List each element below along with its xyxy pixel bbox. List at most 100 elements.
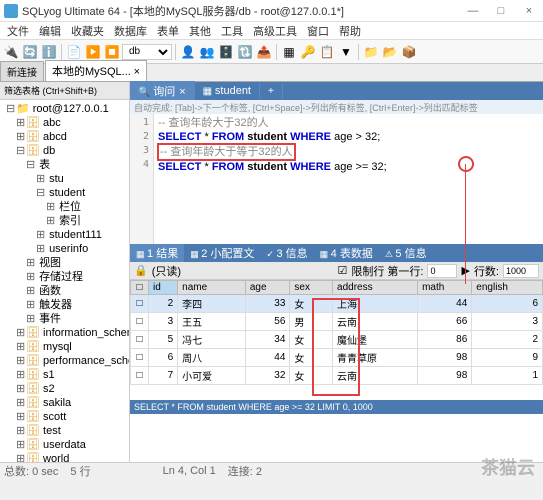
new-conn-icon[interactable]: 🔌 — [2, 43, 20, 61]
menu-other[interactable]: 其他 — [186, 23, 214, 39]
status-time: 总数: 0 sec — [4, 463, 58, 479]
col-address[interactable]: address — [333, 281, 418, 295]
status-conn: 连接: 2 — [228, 463, 262, 479]
tree-funcs[interactable]: ⊞ 函数 — [2, 284, 127, 298]
tree-triggers[interactable]: ⊞ 触发器 — [2, 298, 127, 312]
tab-info5[interactable]: ⚠ 5 信息 — [379, 243, 433, 263]
tree-procs[interactable]: ⊞ 存储过程 — [2, 270, 127, 284]
tree-columns[interactable]: ⊞ 栏位 — [2, 200, 127, 214]
close-icon[interactable]: × — [134, 66, 140, 78]
menu-help[interactable]: 帮助 — [336, 23, 364, 39]
col-name[interactable]: name — [178, 281, 246, 295]
table-icon[interactable]: ▦ — [280, 43, 298, 61]
tab-new-connection[interactable]: 新连接 — [0, 61, 44, 81]
tree-root[interactable]: ⊟📁 root@127.0.0.1 — [2, 102, 127, 116]
tab-query[interactable]: 🔍 询问× — [130, 81, 195, 101]
tab-info3[interactable]: ✓ 3 信息 — [260, 243, 313, 263]
table-row[interactable]: □3王五56男云南663 — [131, 313, 543, 331]
user-icon[interactable]: 👤 — [179, 43, 197, 61]
menu-table[interactable]: 表单 — [154, 23, 182, 39]
menu-edit[interactable]: 编辑 — [36, 23, 64, 39]
tab-local-mysql[interactable]: 本地的MySQL... × — [45, 60, 147, 81]
tool2-icon[interactable]: 📂 — [381, 43, 399, 61]
tree-db[interactable]: ⊞🗄 userdata — [2, 438, 127, 452]
tree-db[interactable]: ⊞🗄 world — [2, 452, 127, 462]
tree-indexes[interactable]: ⊞ 索引 — [2, 214, 127, 228]
rows-label: 行数: — [474, 263, 499, 279]
col-id[interactable]: id — [149, 281, 178, 295]
export-icon[interactable]: 📤 — [255, 43, 273, 61]
tree-db[interactable]: ⊞🗄 mysql — [2, 340, 127, 354]
users-icon[interactable]: 👥 — [198, 43, 216, 61]
exec-icon[interactable]: ▶️ — [84, 43, 102, 61]
table-row[interactable]: □7小可爱32女云南981 — [131, 367, 543, 385]
tab-add[interactable]: + — [260, 84, 283, 99]
content-area: 🔍 询问× ▦ student + 自动完成: [Tab]->下一个标签, [C… — [130, 82, 543, 462]
filter-icon[interactable]: ▼ — [337, 43, 355, 61]
menu-database[interactable]: 数据库 — [111, 23, 150, 39]
info-icon[interactable]: ℹ️ — [40, 43, 58, 61]
tree-table[interactable]: ⊞ stu — [2, 172, 127, 186]
tree-db[interactable]: ⊞🗄 s1 — [2, 368, 127, 382]
tree-table[interactable]: ⊞ student111 — [2, 228, 127, 242]
toolbar-separator — [175, 44, 176, 60]
tab-student[interactable]: ▦ student — [195, 83, 260, 99]
app-logo-icon — [4, 4, 18, 18]
window-title: SQLyog Ultimate 64 - [本地的MySQL服务器/db - r… — [22, 3, 463, 19]
tree-db[interactable]: ⊞🗄 abcd — [2, 130, 127, 144]
close-button[interactable]: × — [519, 2, 539, 20]
db-icon[interactable]: 🗄️ — [217, 43, 235, 61]
status-pos: Ln 4, Col 1 — [163, 465, 216, 477]
result-grid[interactable]: □ id name age sex address math english □… — [130, 280, 543, 400]
limit-label: 限制行 第一行: — [351, 263, 423, 279]
tree-db[interactable]: ⊞🗄 s2 — [2, 382, 127, 396]
col-english[interactable]: english — [472, 281, 543, 295]
tree-db[interactable]: ⊞🗄 sakila — [2, 396, 127, 410]
table-row[interactable]: □6周八44女青青草原989 — [131, 349, 543, 367]
menu-file[interactable]: 文件 — [4, 23, 32, 39]
minimize-button[interactable]: — — [463, 2, 483, 20]
table-row[interactable]: □5冯七34女魔仙堡862 — [131, 331, 543, 349]
sidebar-header: 筛选表格 (Ctrl+Shift+B) — [0, 82, 129, 100]
menu-advanced[interactable]: 高级工具 — [250, 23, 300, 39]
col-check[interactable]: □ — [131, 281, 149, 295]
menu-favorites[interactable]: 收藏夹 — [68, 23, 107, 39]
menu-window[interactable]: 窗口 — [304, 23, 332, 39]
tree-table[interactable]: ⊞ userinfo — [2, 242, 127, 256]
tree-tables[interactable]: ⊟ 表 — [2, 158, 127, 172]
tree-db[interactable]: ⊞🗄 performance_schema — [2, 354, 127, 368]
tool1-icon[interactable]: 📁 — [362, 43, 380, 61]
tab-result[interactable]: ▦ 1 结果 — [130, 243, 184, 263]
tool3-icon[interactable]: 📦 — [400, 43, 418, 61]
stop-icon[interactable]: ⏹️ — [103, 43, 121, 61]
table-row[interactable]: □2李四33女上海446 — [131, 295, 543, 313]
maximize-button[interactable]: □ — [491, 2, 511, 20]
tree-db[interactable]: ⊟🗄 db — [2, 144, 127, 158]
database-select[interactable]: db — [122, 44, 172, 60]
sql-editor[interactable]: 1234 -- 查询年龄大于32的人 SELECT * FROM student… — [130, 114, 543, 244]
tree-events[interactable]: ⊞ 事件 — [2, 312, 127, 326]
tab-profile[interactable]: ▦ 2 小配置文 — [184, 243, 260, 263]
new-query-icon[interactable]: 📄 — [65, 43, 83, 61]
toolbar-separator — [276, 44, 277, 60]
form-icon[interactable]: 📋 — [318, 43, 336, 61]
titlebar: SQLyog Ultimate 64 - [本地的MySQL服务器/db - r… — [0, 0, 543, 22]
tree-db[interactable]: ⊞🗄 information_schema — [2, 326, 127, 340]
col-age[interactable]: age — [245, 281, 290, 295]
tree-db[interactable]: ⊞🗄 scott — [2, 410, 127, 424]
refresh-icon[interactable]: 🔄 — [21, 43, 39, 61]
key-icon[interactable]: 🔑 — [299, 43, 317, 61]
rows-input[interactable] — [503, 264, 539, 278]
tree-db[interactable]: ⊞🗄 abc — [2, 116, 127, 130]
tree-views[interactable]: ⊞ 视图 — [2, 256, 127, 270]
code-area[interactable]: -- 查询年龄大于32的人 SELECT * FROM student WHER… — [154, 114, 543, 244]
sync-icon[interactable]: 🔃 — [236, 43, 254, 61]
menu-tools[interactable]: 工具 — [218, 23, 246, 39]
col-sex[interactable]: sex — [290, 281, 333, 295]
col-math[interactable]: math — [418, 281, 472, 295]
tree-db[interactable]: ⊞🗄 test — [2, 424, 127, 438]
first-row-input[interactable] — [427, 264, 457, 278]
tab-tabledata[interactable]: ▦ 4 表数据 — [314, 243, 379, 263]
close-icon[interactable]: × — [179, 86, 185, 98]
tree-table[interactable]: ⊟ student — [2, 186, 127, 200]
